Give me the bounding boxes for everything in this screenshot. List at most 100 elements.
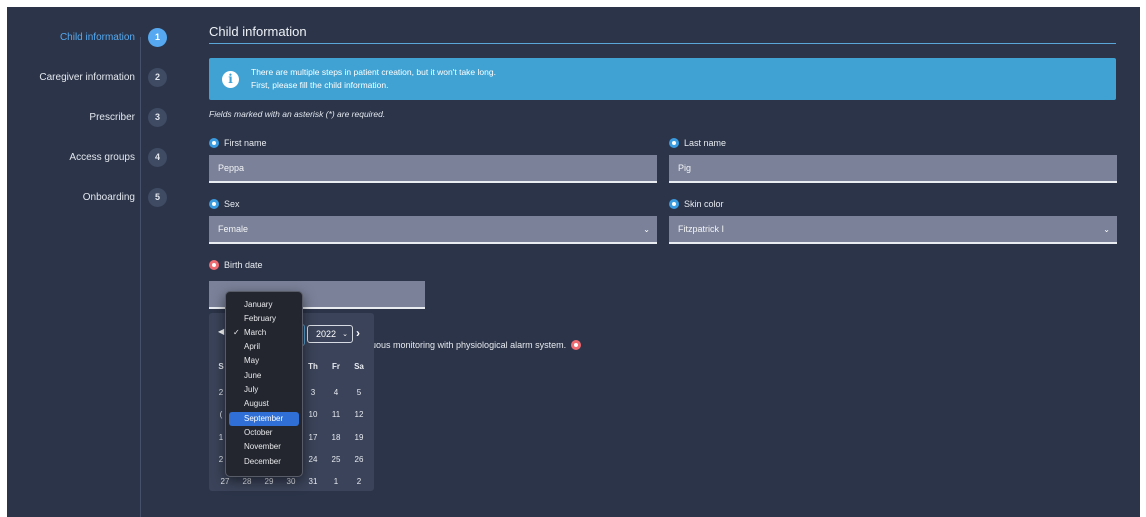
month-option[interactable]: February [229, 312, 299, 326]
last-name-label: Last name [669, 138, 726, 148]
first-name-value: Peppa [218, 163, 245, 173]
calendar-day[interactable]: 19 [350, 433, 368, 442]
chevron-down-icon: ⌄ [1103, 225, 1110, 234]
month-option-label: March [244, 328, 267, 337]
month-option-label: July [244, 385, 259, 394]
month-option-label: September [244, 414, 284, 423]
month-option-label: June [244, 371, 262, 380]
weekday-header: Fr [332, 362, 340, 371]
calendar-day[interactable]: 11 [327, 410, 345, 419]
last-name-label-text: Last name [684, 138, 727, 148]
step-onboarding[interactable]: Onboarding 5 [7, 186, 167, 208]
info-dot-icon[interactable] [209, 138, 219, 148]
title-divider [209, 43, 1116, 44]
step-label: Access groups [69, 151, 135, 163]
info-banner-text: There are multiple steps in patient crea… [251, 66, 496, 92]
weekday-header: Sa [354, 362, 364, 371]
step-number: 3 [148, 107, 167, 127]
calendar-day[interactable]: 26 [350, 455, 368, 464]
checkmark-icon: ✓ [233, 328, 240, 337]
chevron-down-icon: ⌄ [643, 225, 650, 234]
calendar-day[interactable]: 3 [304, 388, 322, 397]
month-option[interactable]: April [229, 340, 299, 354]
month-option[interactable]: June [229, 369, 299, 383]
info-dot-icon[interactable] [669, 199, 679, 209]
step-access-groups[interactable]: Access groups 4 [7, 146, 167, 168]
first-name-label-text: First name [224, 138, 267, 148]
calendar-day[interactable]: 12 [350, 410, 368, 419]
skin-color-select[interactable]: Fitzpatrick I ⌄ [669, 216, 1117, 244]
calendar-day[interactable]: 17 [304, 433, 322, 442]
last-name-value: Pig [678, 163, 692, 173]
previous-month-icon[interactable]: ◀ [218, 327, 224, 336]
calendar-day[interactable]: 1 [327, 477, 345, 486]
info-icon: i [222, 70, 239, 88]
month-option[interactable]: ✓ March [229, 326, 299, 340]
month-option-label: December [244, 457, 281, 466]
step-number: 1 [148, 27, 167, 47]
skin-color-label-text: Skin color [684, 199, 724, 209]
calendar-day[interactable]: 24 [304, 455, 322, 464]
month-option[interactable]: January [229, 298, 299, 312]
month-option-label: October [244, 428, 273, 437]
step-number: 4 [148, 147, 167, 167]
info-dot-icon[interactable] [669, 138, 679, 148]
step-navigation: Child information 1 Caregiver informatio… [7, 7, 177, 517]
month-option[interactable]: December [229, 455, 299, 469]
month-option-label: January [244, 300, 273, 309]
consent-statement: uous monitoring with physiological alarm… [371, 340, 582, 350]
month-option[interactable]: August [229, 397, 299, 411]
calendar-day[interactable]: 4 [327, 388, 345, 397]
month-option-label: February [244, 314, 277, 323]
step-caregiver-information[interactable]: Caregiver information 2 [7, 66, 167, 88]
first-name-label: First name [209, 138, 267, 148]
calendar-day[interactable]: 25 [327, 455, 345, 464]
month-option-label: May [244, 356, 260, 365]
sex-select[interactable]: Female ⌄ [209, 216, 657, 244]
step-number: 2 [148, 67, 167, 87]
info-line-2: First, please fill the child information… [251, 80, 389, 90]
info-dot-icon[interactable] [209, 199, 219, 209]
calendar-day[interactable]: 2 [350, 477, 368, 486]
sex-label: Sex [209, 199, 240, 209]
step-label: Child information [59, 31, 135, 43]
sex-value: Female [218, 224, 249, 234]
calendar-day[interactable]: 29 [260, 477, 278, 486]
next-month-icon[interactable]: › [356, 326, 360, 340]
last-name-input[interactable]: Pig [669, 155, 1117, 183]
step-prescriber[interactable]: Prescriber 3 [7, 106, 167, 128]
consent-text: uous monitoring with physiological alarm… [371, 340, 567, 350]
month-option-highlighted[interactable]: September [229, 412, 299, 426]
info-line-1: There are multiple steps in patient crea… [251, 67, 496, 77]
first-name-input[interactable]: Peppa [209, 155, 657, 183]
month-option[interactable]: May [229, 354, 299, 368]
child-information-form: Child information i There are multiple s… [209, 7, 1119, 517]
month-option-label: August [244, 399, 269, 408]
skin-color-value: Fitzpatrick I [678, 224, 725, 234]
month-option[interactable]: October [229, 426, 299, 440]
calendar-day[interactable]: 31 [304, 477, 322, 486]
calendar-day[interactable]: 28 [238, 477, 256, 486]
required-dot-icon[interactable] [209, 260, 219, 270]
month-option-label: November [244, 442, 281, 451]
month-option[interactable]: July [229, 383, 299, 397]
month-dropdown-menu: January February ✓ March April May June J… [225, 291, 303, 477]
step-label: Onboarding [82, 191, 135, 203]
page-title: Child information [209, 24, 307, 39]
calendar-day[interactable]: 18 [327, 433, 345, 442]
step-label: Caregiver information [39, 71, 135, 83]
step-child-information[interactable]: Child information 1 [7, 26, 167, 48]
year-select[interactable]: 2022 ⌄ [307, 325, 353, 343]
calendar-day[interactable]: 27 [216, 477, 234, 486]
calendar-day[interactable]: 10 [304, 410, 322, 419]
month-option[interactable]: November [229, 440, 299, 454]
skin-color-label: Skin color [669, 199, 724, 209]
step-number: 5 [148, 187, 167, 207]
calendar-day[interactable]: 30 [282, 477, 300, 486]
birth-date-label: Birth date [209, 260, 263, 270]
birth-date-label-text: Birth date [224, 260, 263, 270]
required-dot-icon[interactable] [571, 340, 582, 350]
info-banner: i There are multiple steps in patient cr… [209, 58, 1116, 100]
calendar-day[interactable]: 5 [350, 388, 368, 397]
weekday-header: Th [308, 362, 318, 371]
